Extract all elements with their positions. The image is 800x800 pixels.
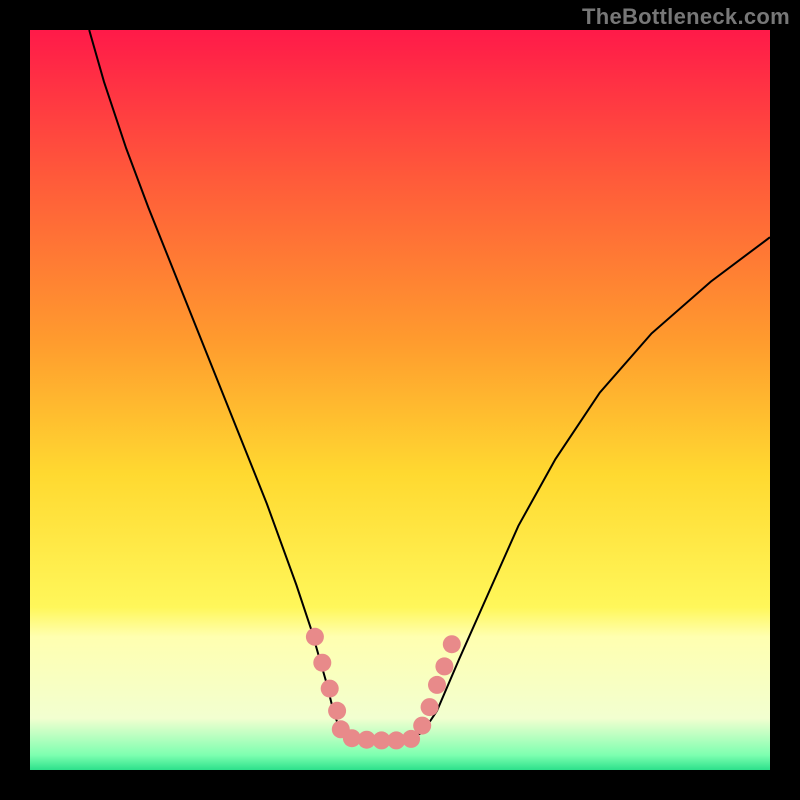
chart-stage: TheBottleneck.com xyxy=(0,0,800,800)
marker-point xyxy=(306,628,324,646)
watermark-text: TheBottleneck.com xyxy=(582,4,790,30)
marker-point xyxy=(313,654,331,672)
marker-point xyxy=(321,680,339,698)
marker-point xyxy=(443,635,461,653)
marker-point xyxy=(328,702,346,720)
bottleneck-chart xyxy=(0,0,800,800)
marker-point xyxy=(435,657,453,675)
marker-point xyxy=(421,698,439,716)
marker-point xyxy=(413,717,431,735)
marker-point xyxy=(428,676,446,694)
